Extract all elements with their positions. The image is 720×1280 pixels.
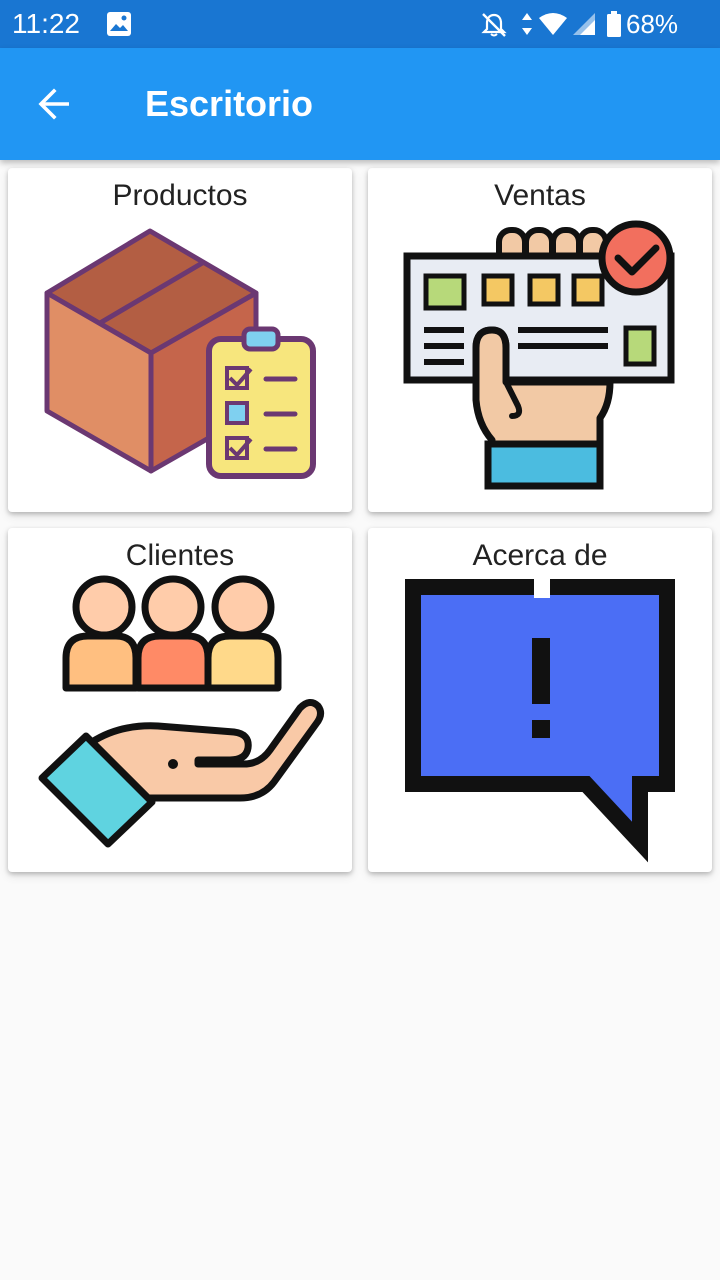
app-bar: Escritorio bbox=[0, 48, 720, 160]
exclamation-bubble-icon bbox=[405, 578, 675, 863]
hand-clients-icon bbox=[38, 575, 325, 848]
battery-icon bbox=[607, 11, 621, 37]
box-checklist-icon bbox=[44, 228, 316, 479]
hand-receipt-icon bbox=[403, 220, 675, 490]
notifications-off-icon bbox=[481, 13, 507, 37]
data-arrows-icon bbox=[522, 13, 532, 35]
card-ventas[interactable]: Ventas bbox=[368, 168, 712, 512]
cell-signal-icon bbox=[573, 13, 595, 35]
status-time: 11:22 bbox=[12, 8, 80, 39]
card-productos[interactable]: Productos bbox=[8, 168, 352, 512]
status-icons: 68% bbox=[480, 8, 710, 40]
image-icon bbox=[107, 12, 131, 36]
back-button[interactable] bbox=[26, 76, 82, 132]
status-bar: 11:22 68% bbox=[0, 0, 720, 48]
page-title: Escritorio bbox=[145, 83, 314, 124]
card-acerca-de[interactable]: Acerca de bbox=[368, 528, 712, 872]
card-clientes[interactable]: Clientes bbox=[8, 528, 352, 872]
wifi-icon bbox=[539, 13, 567, 35]
battery-percent: 68% bbox=[626, 9, 679, 39]
arrow-back-icon bbox=[38, 88, 69, 120]
